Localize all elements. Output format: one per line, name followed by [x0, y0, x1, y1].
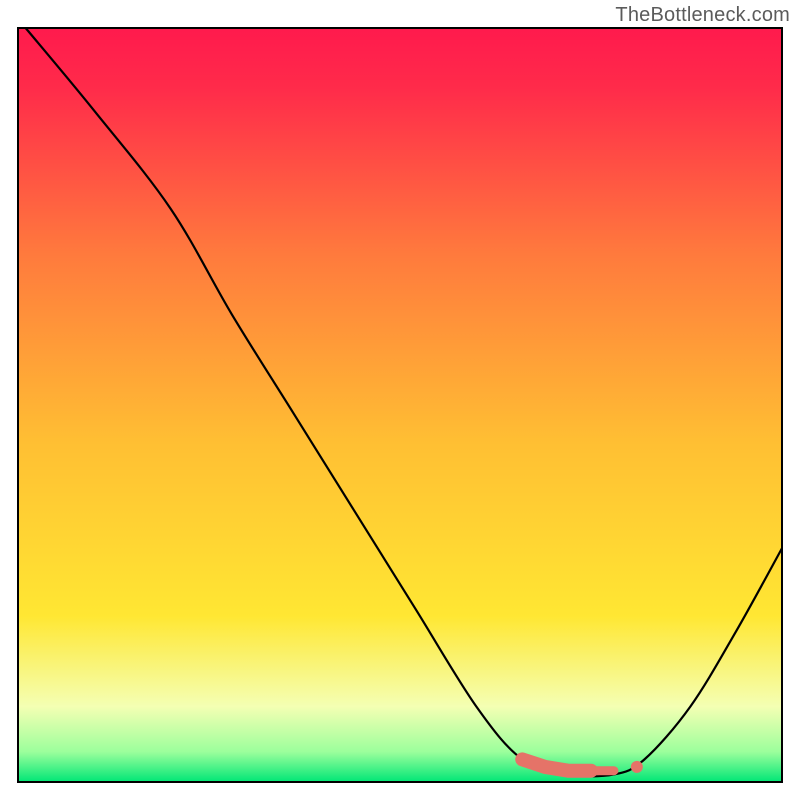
highlight-dot — [631, 761, 643, 773]
plot-background — [18, 28, 782, 782]
chart-svg — [0, 0, 800, 800]
